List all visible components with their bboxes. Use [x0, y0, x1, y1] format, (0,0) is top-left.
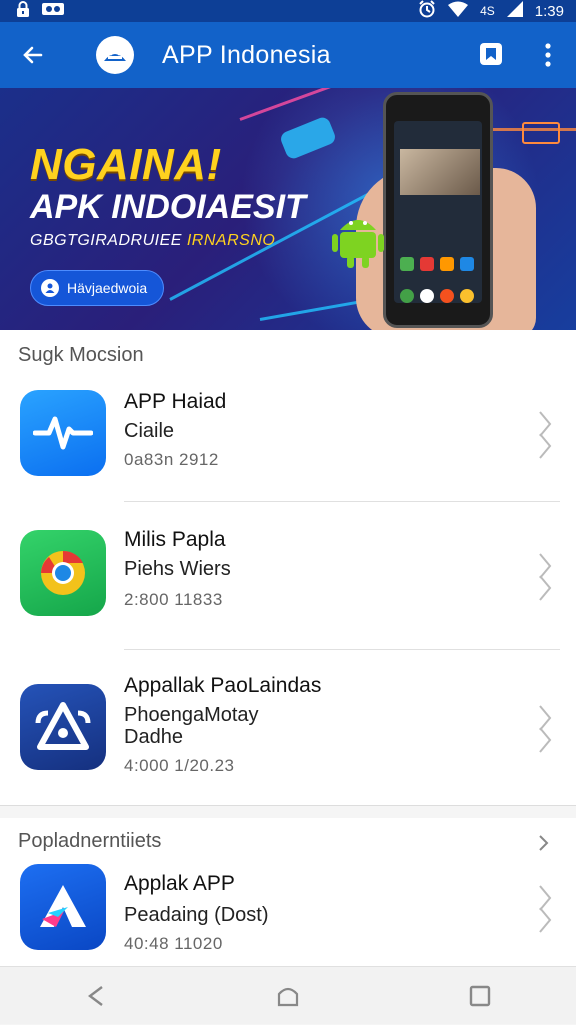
app-meta: 40:48 11020	[124, 934, 223, 953]
network-label: 4S	[480, 4, 495, 18]
sign-shape	[522, 122, 560, 144]
list-item[interactable]: APP Haiad Ciaile 0a83n 2912	[0, 370, 576, 510]
app-subtitle: PhoengaMotay	[124, 704, 259, 726]
chrome-like-icon	[20, 530, 106, 616]
status-bar: 4S 1:39	[0, 0, 576, 22]
bookmark-icon[interactable]	[462, 22, 520, 88]
app-meta: 4:000 1/20.23	[124, 756, 235, 775]
banner-subtitle-a: GBGTGIRADRUIEE	[30, 232, 182, 249]
phone-photo	[400, 149, 480, 195]
chevron-right-icon	[539, 705, 552, 753]
app-subtitle: Piehs Wiers	[124, 558, 231, 580]
chevron-right-icon	[539, 411, 552, 459]
banner-subtitle-b: IRNARSNO	[186, 232, 276, 249]
popular-card: Popladnerntiiets Applak APP Peadaing (Do…	[0, 818, 576, 966]
section-heading: Sugk Mocsion	[18, 344, 144, 366]
voicemail-icon	[42, 2, 64, 20]
app-store-icon	[20, 390, 106, 476]
app-name: Applak APP	[124, 872, 235, 895]
page-title: APP Indonesia	[162, 40, 331, 69]
chevron-right-icon	[539, 553, 552, 601]
banner-title: APK INDOIAESIT	[30, 188, 306, 226]
nav-home-icon[interactable]	[258, 967, 318, 1025]
list-item[interactable]: Appallak PaoLaindas PhoengaMotay Dadhe 4…	[0, 660, 576, 800]
banner-subtitle: GBGTGIRADRUIEE IRNARSNO	[30, 232, 275, 250]
phone-illustration	[383, 92, 493, 328]
divider	[124, 501, 560, 502]
app-meta: 2:800 11833	[124, 590, 223, 609]
app-name: APP Haiad	[124, 390, 227, 413]
wifi-icon	[448, 1, 469, 21]
lock-icon	[16, 1, 30, 21]
phone-app-row	[400, 257, 482, 271]
signal-icon	[506, 1, 523, 21]
app-subtitle-2: Dadhe	[124, 726, 183, 748]
app-subtitle: Ciaile	[124, 420, 175, 442]
android-mascot-icon	[332, 220, 384, 268]
phone-dock	[400, 289, 482, 303]
arrow-left-icon[interactable]	[0, 22, 66, 88]
chevron-right-icon[interactable]	[536, 834, 550, 852]
app-bar: APP Indonesia	[0, 22, 576, 88]
nav-recents-icon[interactable]	[450, 967, 510, 1025]
app-logo-icon	[96, 36, 134, 74]
app-logo-a-icon	[20, 684, 106, 770]
banner-headline: NGAINA!	[30, 140, 222, 189]
list-item[interactable]: Milis Papla Piehs Wiers 2:800 11833	[0, 510, 576, 650]
banner-cta-label: Hävjaedwoia	[67, 280, 148, 296]
banner-cta-button[interactable]: Hävjaedwoia	[30, 270, 164, 306]
divider	[124, 649, 560, 650]
system-nav-bar	[0, 966, 576, 1024]
section-heading: Popladnerntiiets	[18, 830, 162, 852]
chevron-right-icon	[539, 885, 552, 933]
more-vert-icon[interactable]	[520, 22, 576, 88]
app-meta: 0a83n 2912	[124, 450, 219, 469]
app-subtitle: Peadaing (Dost)	[124, 904, 269, 926]
nav-back-icon[interactable]	[66, 967, 126, 1025]
alarm-icon	[418, 0, 436, 22]
user-icon	[41, 279, 59, 297]
app-list-card: Sugk Mocsion APP Haiad Ciaile 0a83n 2912…	[0, 330, 576, 806]
applak-app-icon	[20, 864, 106, 950]
clock: 1:39	[534, 2, 564, 20]
app-name: Appallak PaoLaindas	[124, 674, 322, 697]
promo-banner[interactable]: NGAINA! APK INDOIAESIT GBGTGIRADRUIEE IR…	[0, 88, 576, 330]
app-name: Milis Papla	[124, 528, 226, 551]
